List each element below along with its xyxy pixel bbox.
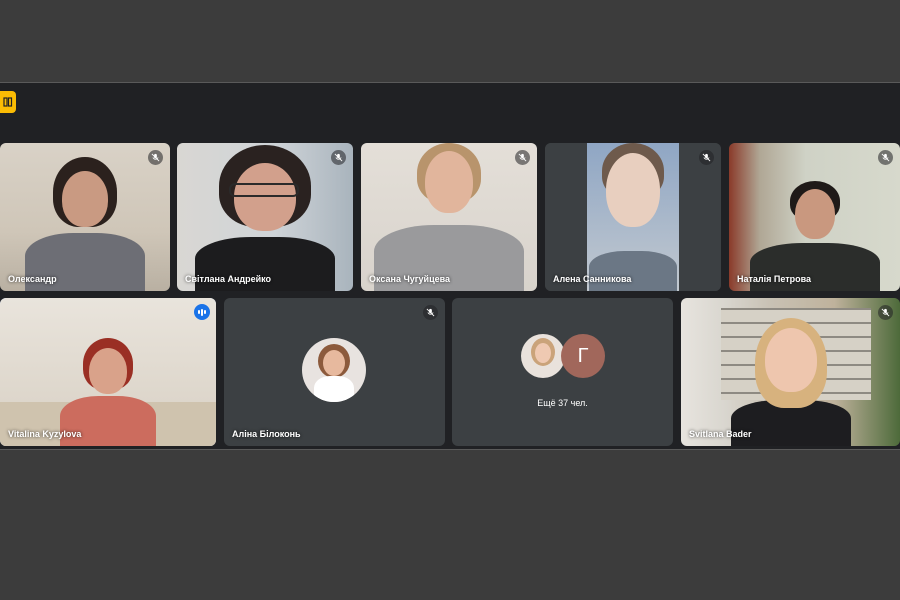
mic-off-icon [878,305,893,320]
letter-avatar: Г [561,334,605,378]
participant-name: Аліна Білоконь [232,429,301,439]
participant-name: Оксана Чугуйцева [369,274,451,284]
participant-tile[interactable]: Світлана Андрейко [177,143,353,291]
participant-name: Алена Санникова [553,274,632,284]
participant-tile-active-speaker[interactable]: Vitalina Kyzylova [0,298,216,446]
participant-tile[interactable]: Олександр [0,143,170,291]
participant-video [0,143,170,291]
participant-name: Світлана Андрейко [185,274,272,284]
mic-off-icon [878,150,893,165]
participant-video [729,143,900,291]
participant-tile[interactable]: Svitlana Bader [681,298,900,446]
participant-name: Наталія Петрова [737,274,812,284]
participant-video [0,298,216,446]
app-badge-icon[interactable] [0,91,16,113]
mic-off-icon [148,150,163,165]
participant-name: Svitlana Bader [689,429,752,439]
participant-video [681,298,900,446]
avatar [302,338,366,402]
more-participants-tile[interactable]: Г Ещё 37 чел. [452,298,673,446]
mic-off-icon [699,150,714,165]
meeting-window: Олександр Світлана Андрейко Оксана Чугуй… [0,82,900,450]
participant-name: Vitalina Kyzylova [8,429,82,439]
participant-video [177,143,353,291]
participant-tile[interactable]: Наталія Петрова [729,143,900,291]
participant-tile[interactable]: Оксана Чугуйцева [361,143,537,291]
participant-tile[interactable]: Аліна Білоконь [224,298,445,446]
mic-off-icon [423,305,438,320]
mic-off-icon [515,150,530,165]
participant-video [545,143,721,291]
avatar [521,334,565,378]
participant-video [361,143,537,291]
more-participants-label: Ещё 37 чел. [537,398,588,408]
speaking-indicator-icon [194,304,210,320]
participant-tile[interactable]: Алена Санникова [545,143,721,291]
participant-name: Олександр [8,274,57,284]
mic-off-icon [331,150,346,165]
